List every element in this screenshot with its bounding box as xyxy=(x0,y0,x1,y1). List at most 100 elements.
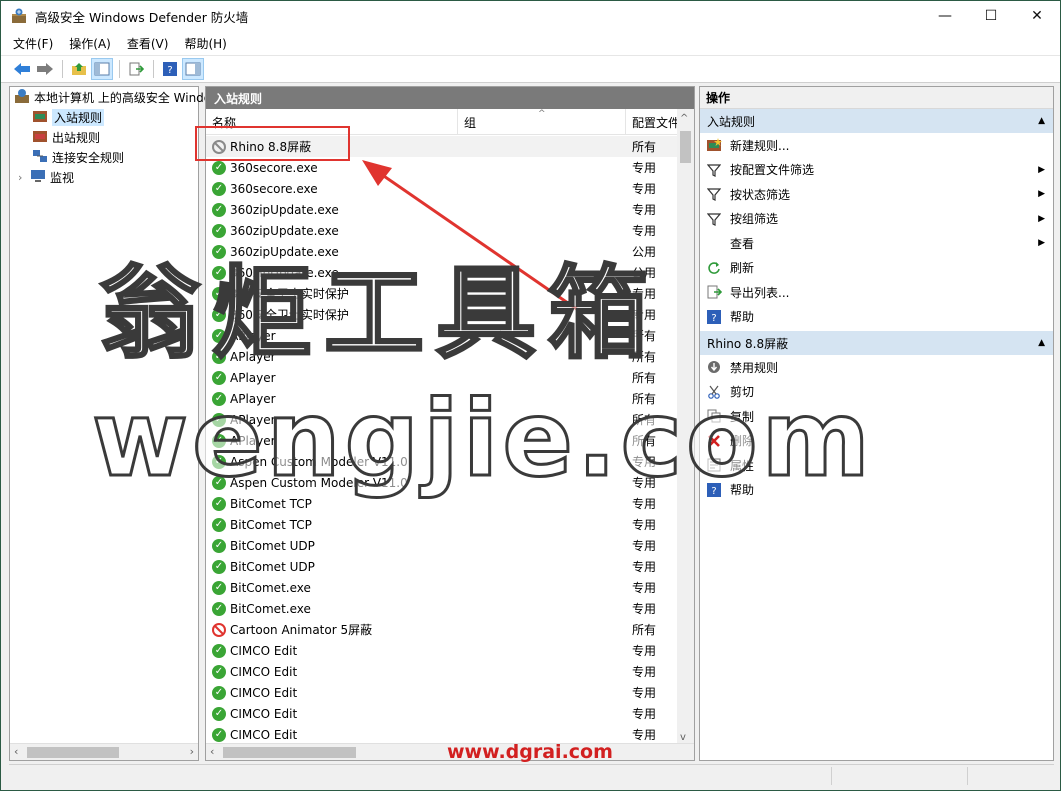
menu-action[interactable]: 操作(A) xyxy=(69,35,111,52)
table-row[interactable]: ✓ CIMCO Edit 专用 xyxy=(206,703,679,724)
submenu-arrow-icon: ▶ xyxy=(1038,189,1045,200)
show-action-pane-icon[interactable] xyxy=(182,58,204,80)
action-label: 新建规则... xyxy=(730,138,790,153)
allow-check-icon: ✓ xyxy=(212,559,226,574)
firewall-node-icon xyxy=(14,88,30,107)
disable-icon xyxy=(706,359,722,375)
action-item[interactable]: ? 帮助 xyxy=(700,305,1053,330)
allow-check-icon: ✓ xyxy=(212,601,226,616)
help-icon: ? xyxy=(706,309,722,325)
toolbar: ? xyxy=(1,55,1060,83)
footer-watermark: www.dgrai.com xyxy=(447,741,613,763)
maximize-button[interactable]: ☐ xyxy=(968,1,1014,31)
menu-file[interactable]: 文件(F) xyxy=(13,35,53,52)
export-icon xyxy=(706,284,722,300)
close-button[interactable]: ✕ xyxy=(1014,1,1060,31)
svg-text:?: ? xyxy=(167,65,172,76)
rule-profile: 专用 xyxy=(632,518,657,532)
collapse-up-icon[interactable]: ▲ xyxy=(1038,116,1045,126)
action-item[interactable]: 禁用规则 xyxy=(700,355,1053,380)
expand-chevron-icon[interactable]: › xyxy=(18,171,30,184)
rule-profile: 专用 xyxy=(632,644,657,658)
action-item[interactable]: 按配置文件筛选 ▶ xyxy=(700,158,1053,183)
table-row[interactable]: ✓ BitComet.exe 专用 xyxy=(206,598,679,619)
rules-pane-header: 入站规则 xyxy=(206,87,694,109)
actions-header: 操作 xyxy=(700,87,1053,109)
rule-profile: 所有 xyxy=(632,140,657,154)
menu-view[interactable]: 查看(V) xyxy=(127,35,169,52)
table-row[interactable]: ✓ CIMCO Edit 专用 xyxy=(206,640,679,661)
menu-help[interactable]: 帮助(H) xyxy=(184,35,226,52)
action-label: 禁用规则 xyxy=(730,360,779,375)
action-item[interactable]: 按状态筛选 ▶ xyxy=(700,182,1053,207)
actions-section-selected-rule[interactable]: Rhino 8.8屏蔽 ▲ xyxy=(700,331,1053,355)
tree-item-inbound[interactable]: 入站规则 xyxy=(32,107,105,127)
collapse-up-icon[interactable]: ▲ xyxy=(1038,338,1045,348)
rule-name: 360secore.exe xyxy=(230,181,318,196)
callout-highlight-box xyxy=(195,126,350,161)
rule-profile: 专用 xyxy=(632,686,657,700)
allow-check-icon: ✓ xyxy=(212,181,226,196)
window-title: 高级安全 Windows Defender 防火墙 xyxy=(35,9,249,25)
firewall-app-icon xyxy=(11,8,27,24)
action-item[interactable]: 导出列表... xyxy=(700,280,1053,305)
watermark-english: wengjie.com xyxy=(91,377,874,502)
table-row[interactable]: ✓ CIMCO Edit 专用 xyxy=(206,661,679,682)
inbound-rules-icon xyxy=(32,109,48,126)
rule-profile: 专用 xyxy=(632,161,657,175)
rule-profile: 专用 xyxy=(632,602,657,616)
action-label: 按配置文件筛选 xyxy=(730,163,815,178)
action-item[interactable]: 新建规则... xyxy=(700,133,1053,158)
menu-bar: 文件(F) 操作(A) 查看(V) 帮助(H) xyxy=(1,31,1060,55)
rule-profile: 专用 xyxy=(632,539,657,553)
action-item[interactable]: 刷新 xyxy=(700,256,1053,281)
tree-item-connection-security[interactable]: 连接安全规则 xyxy=(32,147,124,167)
action-item[interactable]: 按组筛选 ▶ xyxy=(700,207,1053,232)
show-hide-tree-icon[interactable] xyxy=(91,58,113,80)
inbound-actions-list: 新建规则... 按配置文件筛选 ▶ 按状态筛选 ▶ 按组筛选 ▶ 查看 ▶ 刷新 导出列表...? 帮… xyxy=(700,133,1053,329)
rule-profile: 专用 xyxy=(632,728,657,742)
allow-check-icon: ✓ xyxy=(212,580,226,595)
action-label: 查看 xyxy=(730,236,755,251)
rule-name: 360secore.exe xyxy=(230,160,318,175)
rule-profile: 专用 xyxy=(632,707,657,721)
table-row[interactable]: ✓ 360secore.exe 专用 xyxy=(206,178,679,199)
help-icon[interactable]: ? xyxy=(159,58,181,80)
tree-item-monitoring[interactable]: › 监视 xyxy=(18,167,74,187)
column-profile[interactable]: 配置文件 xyxy=(626,109,679,135)
table-row[interactable]: Cartoon Animator 5屏蔽 所有 xyxy=(206,619,679,640)
rule-name: BitComet UDP xyxy=(230,559,315,574)
rule-name: CIMCO Edit xyxy=(230,727,298,742)
table-row[interactable]: ✓ CIMCO Edit 专用 xyxy=(206,682,679,703)
up-folder-icon[interactable] xyxy=(68,58,90,80)
filter-icon xyxy=(706,186,722,202)
rule-name: BitComet.exe xyxy=(230,580,311,595)
minimize-button[interactable]: — xyxy=(922,1,968,31)
forward-arrow-icon[interactable] xyxy=(34,58,56,80)
table-row[interactable]: ✓ BitComet.exe 专用 xyxy=(206,577,679,598)
action-label: 按组筛选 xyxy=(730,212,779,227)
tree-item-outbound[interactable]: 出站规则 xyxy=(32,127,100,147)
table-row[interactable]: ✓ 360zipUpdate.exe 专用 xyxy=(206,199,679,220)
rule-name: 360zipUpdate.exe xyxy=(230,202,339,217)
rule-profile: 专用 xyxy=(632,203,657,217)
table-row[interactable]: ✓ BitComet UDP 专用 xyxy=(206,535,679,556)
allow-check-icon: ✓ xyxy=(212,727,226,742)
title-bar: 高级安全 Windows Defender 防火墙 — ☐ ✕ xyxy=(1,1,1060,31)
allow-check-icon: ✓ xyxy=(212,538,226,553)
export-list-icon[interactable] xyxy=(125,58,147,80)
rule-profile: 专用 xyxy=(632,560,657,574)
blank-icon xyxy=(706,235,722,251)
table-row[interactable]: ✓ BitComet TCP 专用 xyxy=(206,514,679,535)
action-item[interactable]: 查看 ▶ xyxy=(700,231,1053,256)
tree-horizontal-scrollbar[interactable]: ‹ › xyxy=(10,743,198,760)
back-arrow-icon[interactable] xyxy=(11,58,33,80)
allow-check-icon: ✓ xyxy=(212,664,226,679)
refresh-icon xyxy=(706,260,722,276)
rule-profile: 专用 xyxy=(632,581,657,595)
new-rule-icon xyxy=(706,137,722,153)
actions-section-inbound[interactable]: 入站规则 ▲ xyxy=(700,109,1053,133)
table-row[interactable]: ✓ BitComet UDP 专用 xyxy=(206,556,679,577)
filter-icon xyxy=(706,211,722,227)
rule-profile: 专用 xyxy=(632,182,657,196)
